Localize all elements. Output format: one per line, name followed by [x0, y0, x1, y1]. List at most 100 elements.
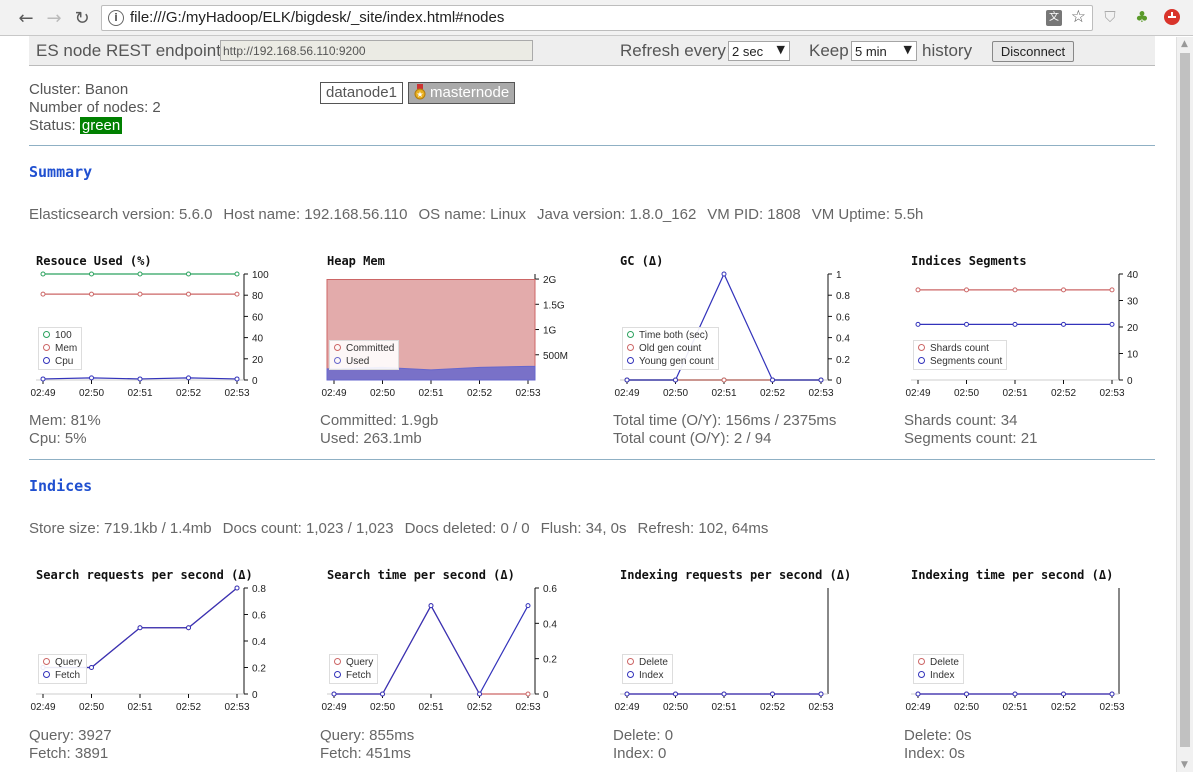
legend-label: Index: [639, 670, 664, 681]
data-point: [818, 691, 824, 697]
legend-item: Mem: [43, 342, 77, 355]
node-button-masternode[interactable]: ★ masternode: [408, 82, 516, 104]
x-tick-label: 02:49: [30, 388, 55, 399]
address-bar[interactable]: i file:///G:/myHadoop/ELK/bigdesk/_site/…: [101, 5, 1093, 31]
chart-index-time: 02:49 02:50 02:51 02:52 02:53: [905, 588, 1125, 713]
legend-label: Delete: [930, 657, 959, 668]
y-tick-label: 10: [1127, 350, 1139, 361]
status-badge: green: [79, 117, 123, 134]
stop-icon[interactable]: [1163, 8, 1181, 26]
x-tick-label: 02:53: [224, 702, 249, 713]
svg-text:★: ★: [416, 90, 423, 99]
keep-select[interactable]: 5 min ▼: [851, 41, 917, 61]
reload-icon[interactable]: ↻: [70, 6, 94, 30]
data-point: [1061, 287, 1066, 293]
x-tick-label: 02:52: [467, 388, 492, 399]
legend-label: Committed: [346, 343, 395, 354]
y-tick-label: 0.8: [252, 584, 266, 595]
node-count: Number of nodes: 2: [29, 99, 161, 116]
legend-label: Delete: [639, 657, 668, 668]
legend-marker-icon: [918, 658, 925, 665]
legend-marker-icon: [918, 357, 925, 364]
shield-icon[interactable]: ⛉: [1101, 8, 1119, 26]
x-tick-label: 02:51: [711, 388, 736, 399]
data-point: [525, 603, 531, 609]
legend-marker-icon: [627, 331, 634, 338]
endpoint-input[interactable]: http://192.168.56.110:9200: [220, 40, 533, 61]
legend-marker-icon: [627, 658, 634, 665]
metric-value: Mem: 81%: [29, 412, 101, 429]
y-tick-label: 80: [252, 291, 264, 302]
chart-metrics: Shards count: 34 Segments count: 21: [904, 412, 1037, 448]
scroll-up-icon[interactable]: ▲: [1181, 39, 1188, 49]
legend-marker-icon: [334, 344, 341, 351]
bookmark-star-icon[interactable]: ☆: [1071, 7, 1086, 27]
extension-icon[interactable]: ♣: [1133, 8, 1151, 26]
data-point: [477, 691, 482, 697]
y-tick-label: 30: [1127, 297, 1139, 308]
legend-item: Index: [627, 669, 668, 682]
legend-label: Used: [346, 356, 370, 367]
y-tick-label: 0.6: [252, 611, 266, 622]
data-point: [525, 691, 531, 697]
scroll-down-icon[interactable]: ▼: [1181, 760, 1188, 770]
legend-label: Shards count: [930, 343, 989, 354]
chevron-down-icon: ▼: [776, 43, 785, 56]
browser-toolbar: ← → ↻ i file:///G:/myHadoop/ELK/bigdesk/…: [0, 0, 1193, 36]
legend-label: Time both (sec): [639, 330, 709, 341]
metric-value: Delete: 0s: [904, 727, 972, 744]
data-point: [1061, 321, 1066, 327]
y-tick-label: 40: [252, 334, 264, 345]
data-point: [234, 585, 240, 591]
legend-marker-icon: [43, 671, 50, 678]
data-point: [40, 271, 46, 277]
metric-value: Shards count: 34: [904, 412, 1018, 429]
summary-stat: VM PID: 1808: [707, 206, 801, 223]
chart-legend: Delete Index: [913, 654, 964, 684]
data-point: [1012, 321, 1018, 327]
x-tick-label: 02:51: [418, 388, 443, 399]
y-tick-label: 500M: [543, 351, 568, 362]
chart-metrics: Total time (O/Y): 156ms / 2375ms Total co…: [613, 412, 836, 448]
legend-item: 100: [43, 329, 77, 342]
scrollbar-thumb[interactable]: [1180, 53, 1190, 747]
legend-label: Index: [930, 670, 955, 681]
translate-icon[interactable]: 文: [1046, 10, 1062, 26]
vertical-scrollbar[interactable]: ▲ ▼: [1176, 37, 1193, 772]
legend-item: Cpu: [43, 355, 77, 368]
legend-item: Fetch: [334, 669, 373, 682]
forward-icon[interactable]: →: [42, 6, 66, 30]
data-point: [380, 691, 385, 697]
indices-title: Indices: [29, 477, 93, 495]
x-tick-label: 02:49: [905, 702, 930, 713]
chart-title: Search time per second (Δ): [327, 568, 515, 582]
url-text[interactable]: file:///G:/myHadoop/ELK/bigdesk/_site/in…: [130, 9, 504, 26]
data-point: [915, 321, 921, 327]
chart-title: Resouce Used (%): [36, 254, 152, 268]
x-tick-label: 02:53: [808, 388, 833, 399]
legend-item: Used: [334, 355, 394, 368]
back-icon[interactable]: ←: [14, 6, 38, 30]
data-point: [624, 691, 630, 697]
chart-index-req: 02:49 02:50 02:51 02:52 02:53: [614, 588, 834, 713]
y-tick-label: 100: [252, 270, 269, 281]
data-point: [137, 271, 143, 277]
legend-item: Time both (sec): [627, 329, 714, 342]
refresh-select[interactable]: 2 sec ▼: [728, 41, 790, 61]
chart-heap: 500M 1G 1.5G 2G 02:49 02:50 02:51 02:52 02:53: [321, 274, 568, 399]
x-tick-label: 02:49: [30, 702, 55, 713]
metric-value: Total time (O/Y): 156ms / 2375ms: [613, 412, 837, 429]
indices-stat: Docs deleted: 0 / 0: [404, 520, 530, 537]
data-point: [915, 287, 921, 293]
summary-title: Summary: [29, 163, 93, 181]
data-point: [818, 377, 824, 383]
legend-marker-icon: [334, 671, 341, 678]
y-tick-label: 0: [1127, 376, 1133, 387]
x-tick-label: 02:52: [1051, 388, 1076, 399]
disconnect-button[interactable]: Disconnect: [992, 41, 1074, 62]
y-tick-label: 0.8: [836, 291, 850, 302]
node-button-datanode1[interactable]: datanode1: [320, 82, 403, 104]
chart-metrics: Query: 855ms Fetch: 451ms: [320, 727, 414, 763]
divider: [29, 145, 1155, 146]
page-info-icon[interactable]: i: [108, 10, 124, 26]
